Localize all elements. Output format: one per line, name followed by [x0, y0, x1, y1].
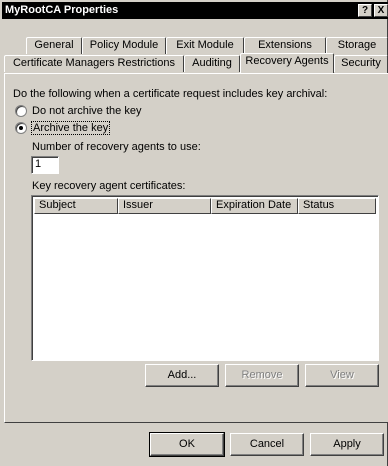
column-expiration-date[interactable]: Expiration Date [211, 198, 298, 214]
tab-certificate-managers-restrictions[interactable]: Certificate Managers Restrictions [4, 55, 184, 72]
column-subject[interactable]: Subject [34, 198, 118, 214]
cancel-button[interactable]: Cancel [230, 433, 304, 456]
tab-security[interactable]: Security [334, 55, 388, 72]
tab-storage[interactable]: Storage [326, 37, 388, 54]
num-agents-input[interactable]: 1 [31, 156, 59, 174]
help-button[interactable]: ? [358, 4, 372, 17]
apply-button[interactable]: Apply [310, 433, 384, 456]
list-header: Subject Issuer Expiration Date Status [34, 198, 376, 214]
ok-button[interactable]: OK [149, 432, 225, 457]
instruction-text: Do the following when a certificate requ… [13, 88, 328, 100]
add-button[interactable]: Add... [145, 364, 219, 387]
recovery-agents-panel: Do the following when a certificate requ… [4, 73, 388, 423]
num-agents-label: Number of recovery agents to use: [32, 141, 201, 153]
radio-archive-key[interactable] [15, 122, 27, 134]
tab-general[interactable]: General [26, 37, 82, 54]
radio-do-not-archive[interactable] [15, 105, 27, 117]
radio-do-not-archive-label[interactable]: Do not archive the key [32, 105, 141, 117]
tab-auditing[interactable]: Auditing [184, 55, 240, 72]
certificates-list[interactable]: Subject Issuer Expiration Date Status [31, 195, 379, 361]
view-button[interactable]: View [305, 364, 379, 387]
radio-selected-dot [19, 126, 23, 130]
radio-archive-key-label[interactable]: Archive the key [30, 121, 111, 135]
tab-extensions[interactable]: Extensions [244, 37, 326, 54]
tab-recovery-agents[interactable]: Recovery Agents [240, 53, 334, 73]
column-status[interactable]: Status [298, 198, 376, 214]
tab-policy-module[interactable]: Policy Module [82, 37, 166, 54]
column-issuer[interactable]: Issuer [118, 198, 211, 214]
title-bar[interactable]: MyRootCA Properties ? X [2, 2, 388, 19]
window-title: MyRootCA Properties [5, 4, 119, 16]
remove-button[interactable]: Remove [225, 364, 299, 387]
tab-exit-module[interactable]: Exit Module [166, 37, 244, 54]
close-button[interactable]: X [374, 4, 388, 17]
certs-label: Key recovery agent certificates: [32, 180, 186, 192]
properties-dialog: MyRootCA Properties ? X General Policy M… [0, 0, 388, 466]
